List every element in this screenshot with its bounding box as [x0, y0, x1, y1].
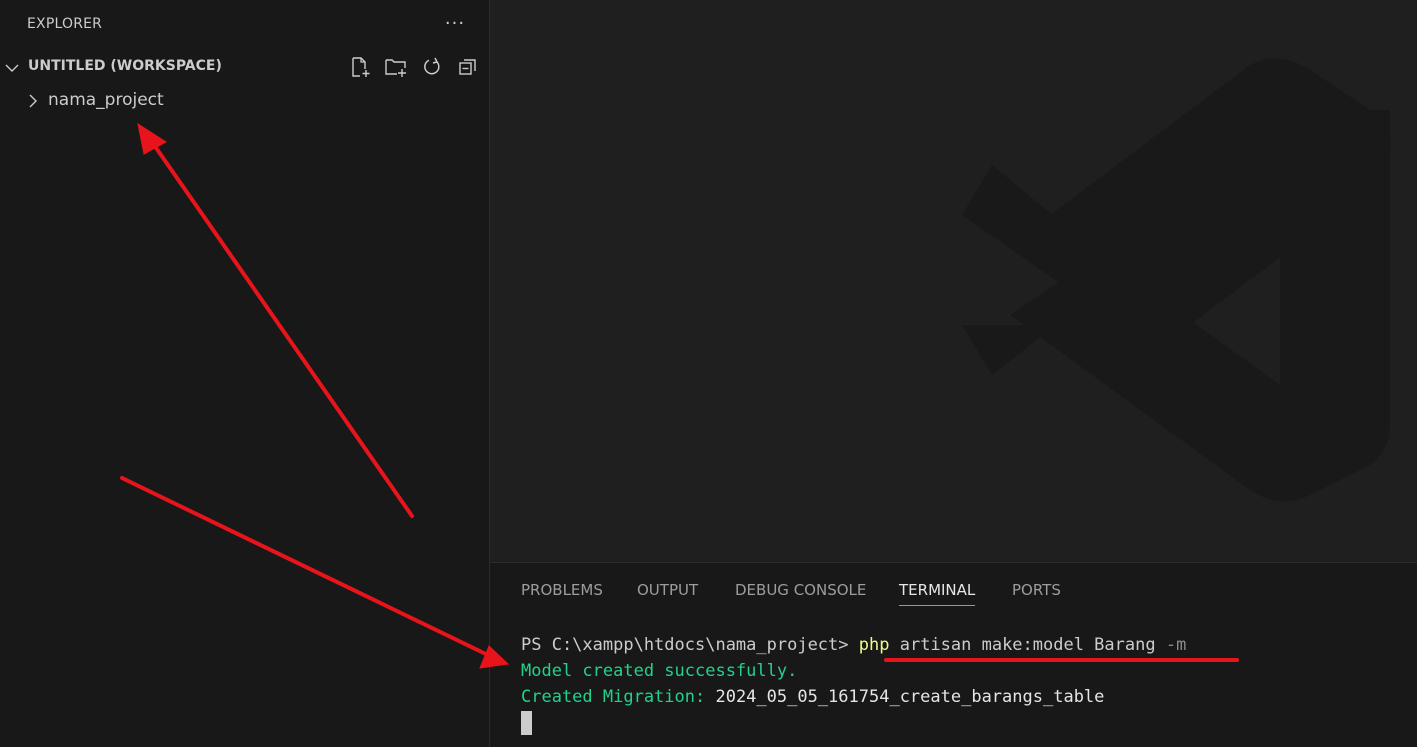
new-folder-icon [385, 59, 406, 77]
terminal-output-migration: Created Migration: 2024_05_05_161754_cre… [521, 687, 1104, 707]
chevron-down-icon [5, 64, 19, 72]
workspace-header[interactable]: UNTITLED (WORKSPACE) [0, 54, 490, 80]
tree-item-label: nama_project [48, 90, 164, 110]
collapse-all-icon [459, 59, 476, 75]
bottom-panel: PROBLEMS OUTPUT DEBUG CONSOLE TERMINAL P… [490, 562, 1417, 747]
tab-debug-console[interactable]: DEBUG CONSOLE [735, 581, 866, 605]
terminal-cmd-php: php [858, 635, 890, 655]
terminal-prompt: PS C:\xampp\htdocs\nama_project> [521, 635, 859, 655]
workspace-title: UNTITLED (WORKSPACE) [28, 58, 222, 74]
vscode-window: EXPLORER ··· UNTITLED (WORKSPACE) nama_p… [0, 0, 1417, 747]
editor-area [490, 0, 1417, 562]
terminal-cmd-flag: -m [1165, 635, 1187, 655]
tree-item-nama-project[interactable]: nama_project [0, 88, 490, 114]
tab-ports[interactable]: PORTS [1012, 581, 1061, 605]
terminal-migration-label: Created Migration: [521, 687, 716, 707]
refresh-icon [424, 57, 440, 75]
chevron-right-icon [29, 94, 37, 108]
tab-terminal[interactable]: TERMINAL [899, 581, 976, 606]
new-file-icon [352, 57, 370, 77]
vscode-logo-watermark [962, 58, 1390, 502]
tab-problems[interactable]: PROBLEMS [521, 581, 603, 605]
new-folder-button[interactable] [384, 55, 408, 79]
terminal-cursor [521, 711, 532, 735]
terminal-cmd-args: artisan make:model Barang [889, 635, 1166, 655]
explorer-title: EXPLORER [27, 16, 103, 32]
tab-output[interactable]: OUTPUT [637, 581, 698, 605]
terminal-output-model: Model created successfully. [521, 661, 798, 681]
new-file-button[interactable] [348, 55, 372, 79]
terminal-migration-value: 2024_05_05_161754_create_barangs_table [715, 687, 1105, 707]
explorer-sidebar: EXPLORER ··· UNTITLED (WORKSPACE) nama_p… [0, 0, 490, 747]
more-actions-button[interactable]: ··· [442, 10, 468, 36]
terminal-command-line: PS C:\xampp\htdocs\nama_project> php art… [521, 635, 1186, 655]
refresh-button[interactable] [420, 55, 444, 79]
collapse-all-button[interactable] [456, 55, 480, 79]
